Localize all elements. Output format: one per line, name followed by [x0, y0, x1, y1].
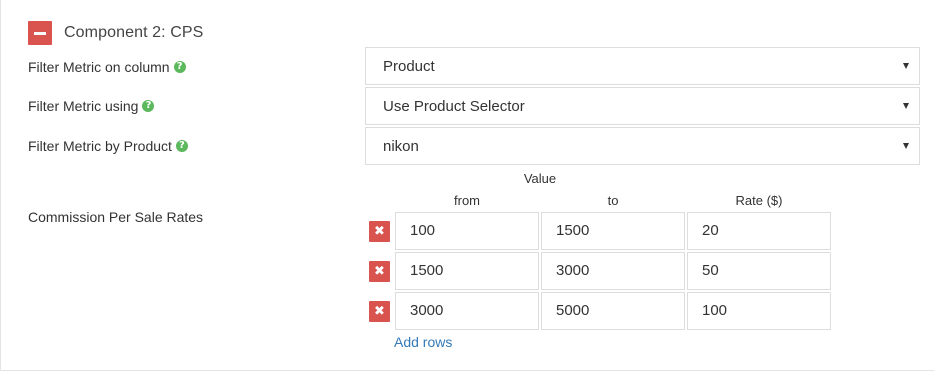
chevron-down-icon	[903, 143, 909, 149]
filter-metric-using-select[interactable]: Use Product Selector	[365, 87, 920, 125]
to-column-header: to	[607, 193, 619, 208]
filter-metric-column-label: Filter Metric on column ?	[28, 59, 186, 75]
minus-icon	[34, 31, 46, 35]
select-value: Use Product Selector	[383, 98, 525, 115]
cps-component-panel: Component 2: CPS Filter Metric on column…	[0, 0, 934, 371]
rate-from-input[interactable]: 1500	[395, 252, 539, 290]
field-label-text: Filter Metric on column	[28, 59, 170, 75]
delete-row-button[interactable]: ✖	[369, 221, 390, 242]
filter-metric-product-select[interactable]: nikon	[365, 127, 920, 165]
field-label-text: Filter Metric using	[28, 98, 139, 114]
section-header: Component 2: CPS	[28, 21, 203, 45]
section-title: Component 2: CPS	[64, 24, 204, 41]
rate-from-input[interactable]: 3000	[395, 292, 539, 330]
rate-from-input[interactable]: 100	[395, 212, 539, 250]
collapse-button[interactable]	[28, 21, 52, 45]
rate-value-input[interactable]: 50	[687, 252, 831, 290]
select-value: nikon	[383, 138, 419, 155]
chevron-down-icon	[903, 103, 909, 109]
filter-metric-using-label: Filter Metric using ?	[28, 98, 155, 114]
value-group-header: Value	[523, 171, 557, 186]
commission-rates-label: Commission Per Sale Rates	[28, 209, 203, 225]
from-column-header: from	[454, 193, 480, 208]
add-rows-link[interactable]: Add rows	[394, 334, 452, 350]
filter-metric-product-label: Filter Metric by Product ?	[28, 138, 188, 154]
help-icon[interactable]: ?	[142, 100, 155, 112]
field-label-text: Commission Per Sale Rates	[28, 209, 204, 225]
rate-value-input[interactable]: 20	[687, 212, 831, 250]
delete-row-button[interactable]: ✖	[369, 301, 390, 322]
help-icon[interactable]: ?	[175, 140, 188, 152]
delete-row-button[interactable]: ✖	[369, 261, 390, 282]
select-value: Product	[383, 58, 435, 75]
rate-column-header: Rate ($)	[735, 193, 783, 208]
field-label-text: Filter Metric by Product	[28, 138, 172, 154]
rate-value-input[interactable]: 100	[687, 292, 831, 330]
rate-to-input[interactable]: 3000	[541, 252, 685, 290]
chevron-down-icon	[903, 63, 909, 69]
rate-to-input[interactable]: 1500	[541, 212, 685, 250]
filter-metric-column-select[interactable]: Product	[365, 47, 920, 85]
help-icon[interactable]: ?	[173, 61, 186, 73]
rate-to-input[interactable]: 5000	[541, 292, 685, 330]
